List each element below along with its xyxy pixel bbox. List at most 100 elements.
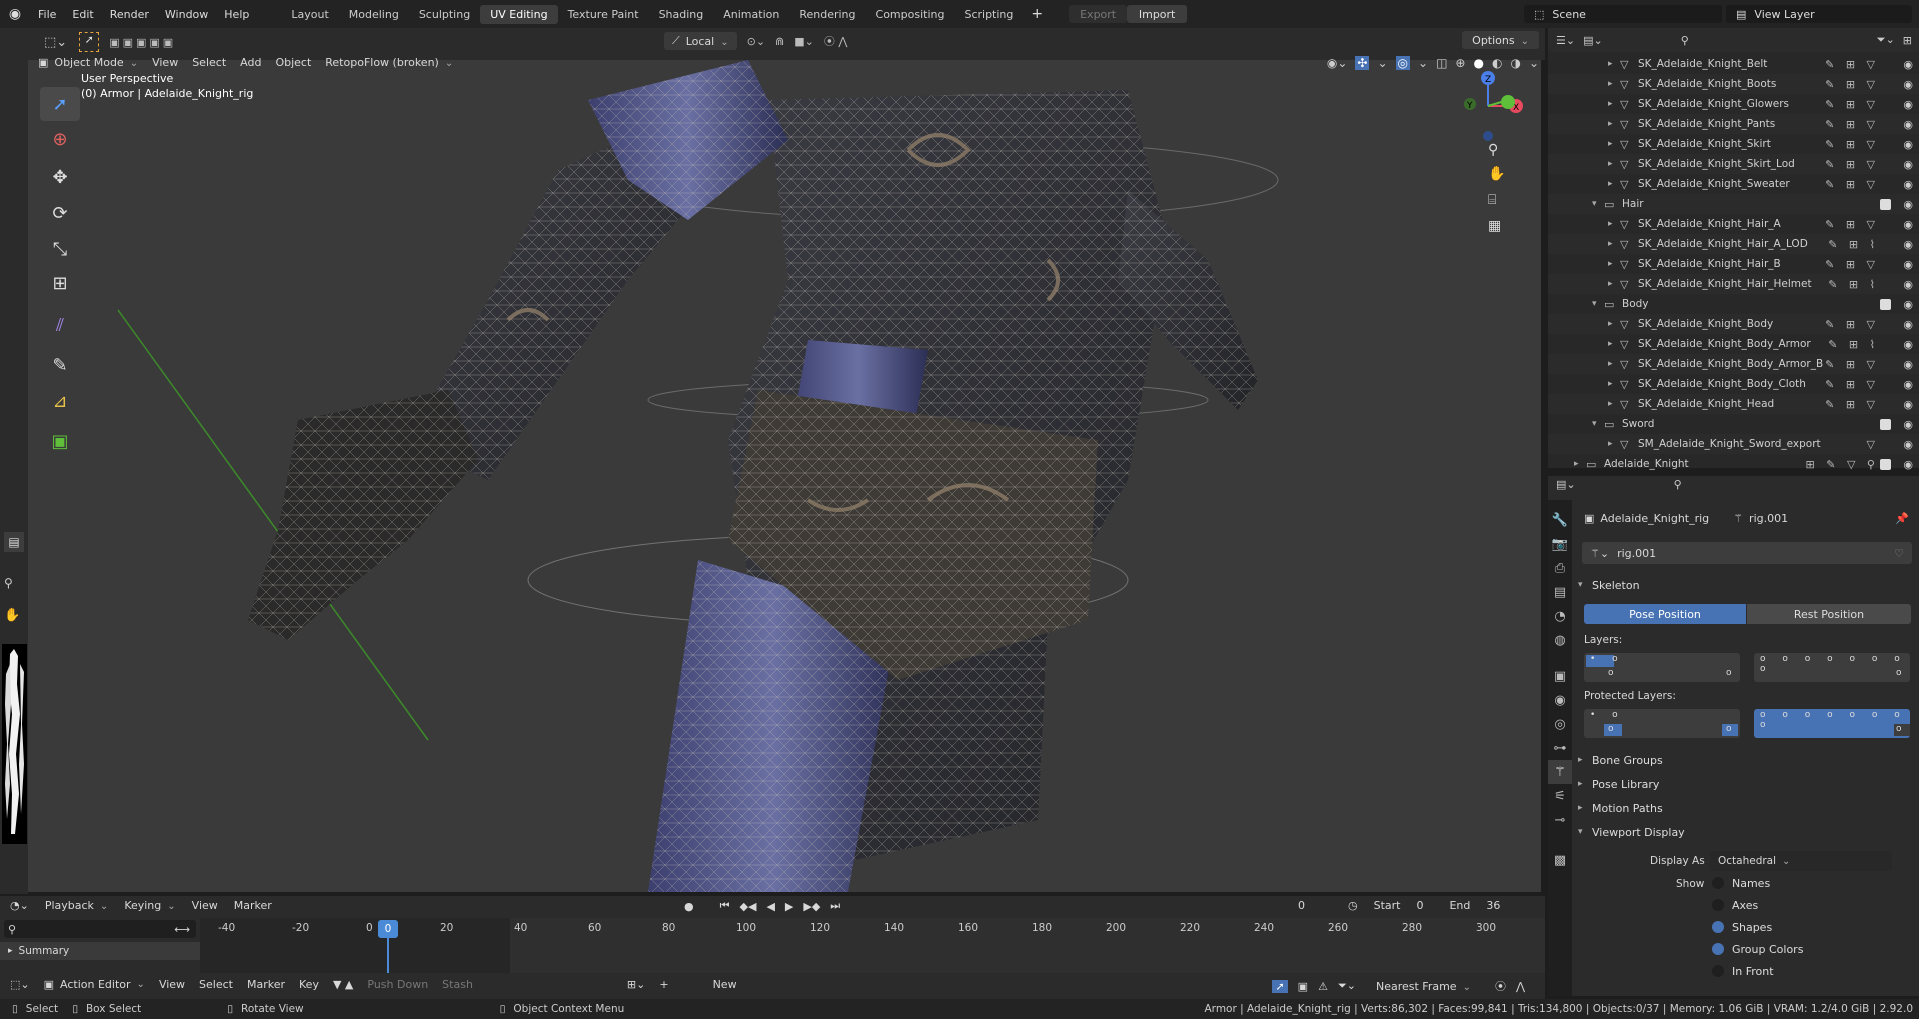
tool-tab-icon[interactable]: 🔧 xyxy=(1548,508,1572,532)
menu-select[interactable]: Select xyxy=(192,56,226,69)
menu-help[interactable]: Help xyxy=(216,8,257,21)
modifier-icons[interactable]: ✎ ⊞ ⌇ xyxy=(1828,278,1879,291)
modifier-icons[interactable]: ▽ xyxy=(1867,438,1879,451)
snap-target-icon[interactable]: ■⌄ xyxy=(794,35,814,48)
outliner-object-row[interactable]: ▸ ▽ SK_Adelaide_Knight_Body_Armor ✎ ⊞ ⌇ ◉ xyxy=(1548,334,1919,354)
gizmo-toggle-icon[interactable]: ✣ xyxy=(1355,56,1370,70)
visibility-eye-icon[interactable]: ◉ xyxy=(1903,218,1913,231)
rest-position-button[interactable]: Rest Position xyxy=(1747,604,1911,624)
modifier-icons[interactable]: ✎ ⊞ ▽ xyxy=(1825,218,1879,231)
disclosure-triangle-icon[interactable]: ▸ xyxy=(1608,59,1620,69)
transform-orientation-dropdown[interactable]: ⟋ Local xyxy=(664,32,737,50)
pan-view-icon[interactable]: ✋ xyxy=(1488,166,1505,182)
properties-search-icon[interactable]: ⚲ xyxy=(1674,478,1682,491)
visibility-eye-icon[interactable]: ◉ xyxy=(1903,358,1913,371)
zoom-view-icon[interactable]: ⚲ xyxy=(1488,142,1498,158)
modifier-icons[interactable]: ✎ ⊞ ▽ xyxy=(1825,158,1879,171)
visibility-eye-icon[interactable]: ◉ xyxy=(1903,58,1913,71)
menu-add[interactable]: Add xyxy=(240,56,261,69)
proportional-edit-icon[interactable]: ⦿ ⋀ xyxy=(824,33,848,49)
play-icon[interactable]: ▶ xyxy=(785,900,793,913)
start-frame[interactable]: 0 xyxy=(1416,899,1423,912)
summary-channel[interactable]: ▸ Summary xyxy=(0,942,200,960)
checkbox[interactable] xyxy=(1712,899,1724,911)
outliner-search-icon[interactable]: ⚲ xyxy=(1681,34,1689,47)
visibility-icon[interactable]: ◉⌄ xyxy=(1327,56,1348,70)
disclosure-triangle-icon[interactable]: ▾ xyxy=(1592,419,1604,429)
mode-dropdown[interactable]: ▣ Object Mode xyxy=(38,56,138,69)
menu-view[interactable]: View xyxy=(152,56,178,69)
visibility-eye-icon[interactable]: ◉ xyxy=(1903,198,1913,211)
display-mode-icon[interactable]: ▤⌄ xyxy=(1583,34,1603,47)
outliner-object-row[interactable]: ▸ ▽ SK_Adelaide_Knight_Pants ✎ ⊞ ▽ ◉ xyxy=(1548,114,1919,134)
modifier-icons[interactable]: ⊞ ✎ ▽ ⚲ xyxy=(1806,458,1879,471)
visibility-eye-icon[interactable]: ◉ xyxy=(1903,278,1913,291)
object-tab-icon[interactable]: ▣ xyxy=(1548,664,1572,688)
armature-data-tab-icon[interactable]: ⚚ xyxy=(1548,760,1572,784)
outliner-object-row[interactable]: ▸ ▽ SK_Adelaide_Knight_Boots ✎ ⊞ ▽ ◉ xyxy=(1548,74,1919,94)
disclosure-triangle-icon[interactable]: ▾ xyxy=(1592,299,1604,309)
fake-user-icon[interactable]: ♡ xyxy=(1894,547,1904,560)
move-tool[interactable]: ✥ xyxy=(40,160,80,194)
import-button[interactable]: Import xyxy=(1127,5,1188,23)
layers-grid-b[interactable]: o o o o o o o o o xyxy=(1754,653,1910,682)
action-browse-icon[interactable]: ⊞⌄ xyxy=(627,978,645,991)
select-box-tool[interactable]: ➚ xyxy=(40,87,80,121)
jump-start-icon[interactable]: ⏮ xyxy=(720,899,730,913)
timeline-search-input[interactable]: ⚲ ⟷ xyxy=(4,920,196,938)
blender-logo-icon[interactable]: ◉ xyxy=(0,6,30,22)
visibility-eye-icon[interactable]: ◉ xyxy=(1903,118,1913,131)
pin-icon[interactable]: 📌 xyxy=(1895,512,1909,525)
modifier-tab-icon[interactable]: ◉ xyxy=(1548,688,1572,712)
xray-toggle-icon[interactable]: ◫ xyxy=(1436,56,1447,70)
disclosure-triangle-icon[interactable]: ▸ xyxy=(1608,219,1620,229)
filter-icon[interactable]: ⏷⌄ xyxy=(1877,33,1895,47)
new-action-button[interactable]: New xyxy=(713,978,737,991)
world-tab-icon[interactable]: ◍ xyxy=(1548,628,1572,652)
workspace-tab[interactable]: Compositing xyxy=(866,5,955,24)
falloff-icon[interactable]: ⋀ xyxy=(1516,980,1525,993)
checkbox[interactable] xyxy=(1712,965,1724,977)
measure-tool[interactable]: ⊿ xyxy=(40,384,80,418)
armature-data-field[interactable]: ⚚⌄ rig.001 ♡ xyxy=(1582,542,1912,564)
disclosure-triangle-icon[interactable]: ▸ xyxy=(1608,139,1620,149)
menu-render[interactable]: Render xyxy=(102,8,157,21)
action-view-menu[interactable]: View xyxy=(159,978,185,991)
editor-type-3d-icon[interactable]: ⬚⌄ xyxy=(44,35,67,50)
timeline-editor-icon[interactable]: ◔⌄ xyxy=(10,899,29,912)
end-frame[interactable]: 36 xyxy=(1486,899,1500,912)
protected-layers-grid-b[interactable]: o o o o o o o o o xyxy=(1754,709,1910,738)
disclosure-triangle-icon[interactable]: ▸ xyxy=(1608,159,1620,169)
workspace-tab[interactable]: Shading xyxy=(649,5,714,24)
current-frame[interactable]: 0 xyxy=(1298,899,1305,912)
camera-view-icon[interactable]: ⌸ xyxy=(1488,192,1496,208)
properties-editor-icon[interactable]: ▤⌄ xyxy=(1556,478,1576,491)
next-keyframe-icon[interactable]: ▶◆ xyxy=(803,900,820,913)
protected-layers-grid-a[interactable]: • o o o xyxy=(1584,709,1740,738)
checkbox[interactable] xyxy=(1712,877,1724,889)
visibility-eye-icon[interactable]: ◉ xyxy=(1903,258,1913,271)
disclosure-triangle-icon[interactable]: ▸ xyxy=(1608,399,1620,409)
outliner-object-row[interactable]: ▸ ▽ SK_Adelaide_Knight_Head ✎ ⊞ ▽ ◉ xyxy=(1548,394,1919,414)
disclosure-triangle-icon[interactable]: ▸ xyxy=(1608,79,1620,89)
outliner-object-row[interactable]: ▸ ▽ SK_Adelaide_Knight_Hair_A_LOD ✎ ⊞ ⌇ ◉ xyxy=(1548,234,1919,254)
collection-checkbox[interactable] xyxy=(1880,298,1891,310)
modifier-icons[interactable]: ✎ ⊞ ▽ xyxy=(1825,178,1879,191)
select-tool-icon[interactable]: ➚ xyxy=(79,32,100,52)
modifier-icons[interactable]: ✎ ⊞ ⌇ xyxy=(1828,338,1879,351)
outliner-object-row[interactable]: ▸ ▽ SK_Adelaide_Knight_Hair_A ✎ ⊞ ▽ ◉ xyxy=(1548,214,1919,234)
outliner-object-row[interactable]: ▸ ▽ SK_Adelaide_Knight_Body ✎ ⊞ ▽ ◉ xyxy=(1548,314,1919,334)
modifier-icons[interactable]: ✎ ⊞ ▽ xyxy=(1825,378,1879,391)
physics-tab-icon[interactable]: ◎ xyxy=(1548,712,1572,736)
record-icon[interactable]: ● xyxy=(684,900,694,913)
outliner-object-row[interactable]: ▸ ▽ SK_Adelaide_Knight_Body_Armor_B ✎ ⊞ ▽ ◉ xyxy=(1548,354,1919,374)
visibility-eye-icon[interactable]: ◉ xyxy=(1903,178,1913,191)
zoom-icon[interactable]: ⚲ xyxy=(4,576,13,590)
display-as-dropdown[interactable]: Octahedral xyxy=(1710,851,1892,871)
scale-tool[interactable]: ⤡ xyxy=(40,232,80,266)
view-layer-tab-icon[interactable]: ▤ xyxy=(1548,580,1572,604)
options-dropdown[interactable]: Options xyxy=(1462,31,1539,49)
disclosure-triangle-icon[interactable]: ▸ xyxy=(1608,359,1620,369)
outliner-editor-icon[interactable]: ☰⌄ xyxy=(1556,34,1575,47)
swap-icon[interactable]: ⟷ xyxy=(174,923,190,936)
